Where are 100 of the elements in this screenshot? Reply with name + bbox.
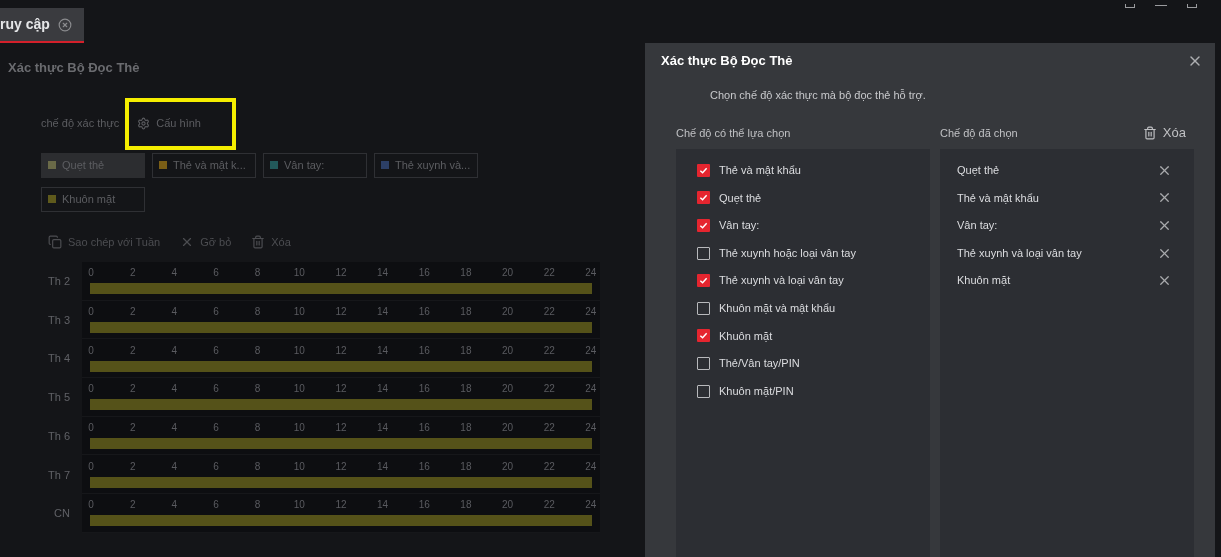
hour-tick: 22 bbox=[542, 460, 556, 473]
checkbox[interactable] bbox=[697, 274, 710, 288]
hour-tick: 10 bbox=[292, 499, 306, 512]
hour-tick: 18 bbox=[459, 422, 473, 435]
close-icon[interactable] bbox=[1157, 218, 1172, 233]
copy-icon bbox=[48, 234, 62, 249]
hour-tick: 14 bbox=[376, 460, 390, 473]
hour-tick: 2 bbox=[128, 306, 137, 319]
mode-option[interactable]: Thẻ và mật khẩu bbox=[676, 156, 930, 185]
hour-tick: 2 bbox=[128, 383, 137, 396]
hour-tick: 4 bbox=[170, 499, 179, 512]
page-title: Xác thực Bộ Đọc Thẻ bbox=[7, 59, 141, 77]
hour-tick: 10 bbox=[292, 267, 306, 280]
selected-mode: Khuôn mặt bbox=[957, 273, 1011, 289]
day-label: Th 7 bbox=[47, 467, 71, 483]
mode-option[interactable]: Thẻ xuynh và loại vân tay bbox=[676, 266, 930, 295]
hour-tick: 14 bbox=[376, 383, 390, 396]
mode-option[interactable]: Thẻ xuynh hoặc loại vân tay bbox=[676, 239, 930, 267]
hour-tick: 2 bbox=[128, 460, 137, 473]
checkbox[interactable] bbox=[697, 356, 710, 370]
mode-option[interactable]: Quẹt thẻ bbox=[676, 184, 930, 212]
checkbox[interactable] bbox=[697, 384, 710, 398]
hour-tick: 8 bbox=[253, 267, 262, 280]
hour-tick: 16 bbox=[417, 306, 431, 319]
selected-mode: Thẻ xuynh và loại vân tay bbox=[957, 245, 1082, 261]
hour-tick: 4 bbox=[170, 460, 179, 473]
checkbox[interactable] bbox=[697, 191, 710, 205]
hour-tick: 12 bbox=[334, 344, 348, 357]
hour-tick: 20 bbox=[501, 383, 515, 396]
day-label: Th 6 bbox=[47, 428, 71, 444]
hour-tick: 14 bbox=[376, 422, 390, 435]
hour-tick: 8 bbox=[253, 460, 262, 473]
hour-tick: 4 bbox=[170, 422, 179, 435]
check-icon bbox=[699, 165, 708, 175]
hour-tick: 24 bbox=[584, 460, 598, 473]
hour-tick: 0 bbox=[87, 499, 95, 512]
hour-tick: 4 bbox=[170, 267, 179, 280]
hour-tick: 4 bbox=[170, 306, 179, 319]
checkbox[interactable] bbox=[697, 301, 710, 315]
clear-button[interactable]: Xóa bbox=[1142, 123, 1194, 143]
day-label: Th 3 bbox=[47, 312, 71, 328]
mode-option[interactable]: Khuôn mặt và mật khẩu bbox=[676, 294, 930, 323]
mode-option[interactable]: Khuôn mặt/PIN bbox=[676, 377, 930, 405]
hour-tick: 12 bbox=[334, 499, 348, 512]
hour-tick: 6 bbox=[212, 267, 220, 280]
hour-tick: 2 bbox=[128, 422, 137, 435]
hour-tick: 20 bbox=[501, 460, 515, 473]
mode-option[interactable]: Vân tay: bbox=[676, 211, 930, 240]
selected-mode: Vân tay: bbox=[957, 218, 998, 234]
column-header: Chế độ có thể lựa chọn bbox=[676, 125, 792, 141]
hour-tick: 12 bbox=[334, 422, 348, 435]
hour-tick: 14 bbox=[376, 267, 390, 280]
hour-tick: 10 bbox=[292, 306, 306, 319]
checkbox[interactable] bbox=[697, 219, 710, 232]
hour-tick: 16 bbox=[417, 267, 431, 280]
hour-tick: 18 bbox=[459, 460, 473, 473]
settings-icon bbox=[137, 117, 151, 130]
day-label: Th 2 bbox=[47, 274, 71, 290]
page-tab[interactable]: ruy cập bbox=[0, 8, 84, 43]
check-icon bbox=[699, 193, 708, 203]
checkbox[interactable] bbox=[697, 246, 710, 260]
hour-tick: 0 bbox=[87, 306, 95, 319]
hour-tick: 8 bbox=[253, 344, 262, 357]
check-icon bbox=[699, 221, 708, 230]
hour-tick: 20 bbox=[501, 267, 515, 280]
hour-tick: 2 bbox=[128, 267, 137, 280]
hour-tick: 10 bbox=[292, 460, 306, 473]
hour-tick: 0 bbox=[87, 422, 95, 435]
hour-tick: 12 bbox=[334, 460, 348, 473]
close-icon[interactable] bbox=[57, 17, 72, 32]
hour-tick: 18 bbox=[459, 267, 473, 280]
hour-tick: 18 bbox=[459, 306, 473, 319]
hour-tick: 0 bbox=[87, 460, 95, 473]
hour-tick: 12 bbox=[334, 306, 348, 319]
trash-icon bbox=[251, 234, 266, 249]
field-label: chế độ xác thực bbox=[41, 116, 120, 132]
hour-tick: 20 bbox=[501, 306, 515, 319]
hour-tick: 4 bbox=[170, 344, 179, 357]
hour-tick: 14 bbox=[376, 344, 390, 357]
hour-tick: 10 bbox=[292, 422, 306, 435]
hour-tick: 6 bbox=[212, 499, 220, 512]
hour-tick: 14 bbox=[376, 306, 390, 319]
hour-tick: 6 bbox=[212, 344, 220, 357]
restore-icon[interactable] bbox=[1187, 4, 1197, 8]
hour-tick: 24 bbox=[584, 422, 598, 435]
checkbox[interactable] bbox=[697, 163, 710, 177]
checkbox[interactable] bbox=[697, 329, 710, 343]
mode-option[interactable]: Thẻ/Vân tay/PIN bbox=[676, 349, 930, 378]
hour-tick: 14 bbox=[376, 499, 390, 512]
trash-icon bbox=[1142, 125, 1157, 140]
hour-tick: 8 bbox=[253, 383, 262, 396]
hour-tick: 16 bbox=[417, 383, 431, 396]
hour-tick: 10 bbox=[292, 383, 306, 396]
hour-tick: 0 bbox=[87, 383, 95, 396]
check-icon bbox=[699, 331, 708, 341]
hour-tick: 24 bbox=[584, 267, 598, 280]
hour-tick: 24 bbox=[584, 499, 598, 512]
mode-option[interactable]: Khuôn mặt bbox=[676, 322, 930, 350]
hour-tick: 22 bbox=[542, 306, 556, 319]
window-control-icon[interactable] bbox=[1125, 4, 1135, 8]
